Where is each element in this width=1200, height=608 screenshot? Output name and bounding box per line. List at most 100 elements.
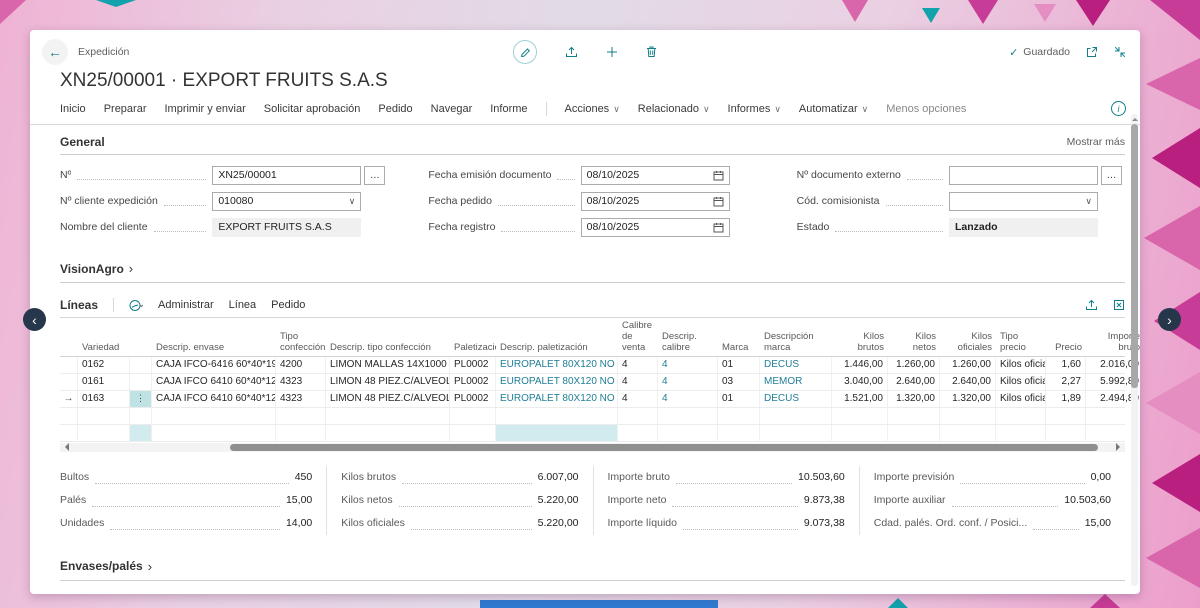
empty-cell[interactable] <box>888 425 940 441</box>
info-icon[interactable]: i <box>1111 101 1126 116</box>
cell-item[interactable] <box>130 357 152 373</box>
row-selector[interactable] <box>60 425 78 441</box>
input-field-fecha-registro[interactable]: 08/10/2025 <box>581 218 730 237</box>
scrollbar-thumb[interactable] <box>230 444 1098 451</box>
column-header-descrip-tipo-confeccion[interactable]: Descrip. tipo confección <box>326 318 450 356</box>
menu-dropdown-informes[interactable]: Informes∨ <box>728 103 781 115</box>
empty-cell[interactable] <box>718 425 760 441</box>
cell-precio[interactable]: 1,60 <box>1046 357 1086 373</box>
cell-kilos-oficiales[interactable]: 2.640,00 <box>940 374 996 390</box>
empty-cell[interactable] <box>78 408 130 424</box>
scroll-left-icon[interactable] <box>61 443 69 451</box>
horizontal-scrollbar[interactable] <box>60 443 1125 452</box>
selected-row-marker[interactable]: → <box>60 391 78 407</box>
empty-cell[interactable] <box>326 408 450 424</box>
empty-cell[interactable] <box>658 408 718 424</box>
menu-item-inicio[interactable]: Inicio <box>60 103 86 115</box>
cell-paletizacion[interactable]: PL0002 <box>450 374 496 390</box>
empty-cell[interactable] <box>940 408 996 424</box>
input-field-n-documento-externo[interactable] <box>949 166 1098 185</box>
cell-kilos-oficiales[interactable]: 1.320,00 <box>940 391 996 407</box>
cell-precio[interactable]: 1,89 <box>1046 391 1086 407</box>
input-field-fecha-pedido[interactable]: 08/10/2025 <box>581 192 730 211</box>
cell-descrip-calibre[interactable]: 4 <box>658 374 718 390</box>
column-header-tipo-precio[interactable]: Tipo precio <box>996 318 1046 356</box>
column-header-variedad[interactable]: Variedad <box>78 318 130 356</box>
calendar-icon[interactable] <box>713 222 724 233</box>
edit-icon[interactable] <box>513 40 537 64</box>
cell-marca[interactable]: 03 <box>718 374 760 390</box>
popout-window-icon[interactable] <box>1086 46 1098 58</box>
empty-cell[interactable] <box>718 408 760 424</box>
cell-kilos-brutos[interactable]: 3.040,00 <box>832 374 888 390</box>
new-record-icon[interactable] <box>606 46 618 58</box>
cell-tipo-precio[interactable]: Kilos oficial... <box>996 391 1046 407</box>
empty-cell[interactable] <box>760 425 832 441</box>
menu-dropdown-acciones[interactable]: Acciones∨ <box>565 103 620 115</box>
open-in-excel-icon[interactable] <box>1113 299 1125 311</box>
back-icon[interactable]: ← <box>42 39 68 65</box>
cell-tipo-confeccion[interactable]: 4200 <box>276 357 326 373</box>
collapse-icon[interactable] <box>1114 46 1126 58</box>
scroll-right-icon[interactable] <box>1116 443 1124 451</box>
menu-dropdown-automatizar[interactable]: Automatizar∨ <box>799 103 868 115</box>
cell-kilos-netos[interactable]: 1.260,00 <box>888 357 940 373</box>
cell-descripcion-marca[interactable]: DECUS <box>760 357 832 373</box>
cell-paletizacion[interactable]: PL0002 <box>450 391 496 407</box>
input-field-n[interactable]: XN25/00001 <box>212 166 361 185</box>
column-header-item[interactable] <box>130 318 152 356</box>
menu-item-pedido[interactable]: Pedido <box>378 103 412 115</box>
empty-cell[interactable] <box>832 408 888 424</box>
empty-cell[interactable] <box>1046 425 1086 441</box>
show-more-link[interactable]: Mostrar más <box>1067 136 1125 148</box>
cell-paletizacion[interactable]: PL0002 <box>450 357 496 373</box>
delete-icon[interactable] <box>646 46 657 58</box>
input-field-n-cliente-expedicion[interactable]: 010080∨ <box>212 192 361 211</box>
cell-descrip-paletizacion[interactable]: EUROPALET 80X120 NO RETOR <box>496 391 618 407</box>
row-selector[interactable] <box>60 408 78 424</box>
empty-cell[interactable] <box>832 425 888 441</box>
lines-options-icon[interactable] <box>129 299 143 312</box>
column-header-paletizacion[interactable]: Paletización <box>450 318 496 356</box>
row-selector[interactable] <box>60 374 78 390</box>
empty-cell[interactable] <box>996 425 1046 441</box>
cell-variedad[interactable]: 0161 <box>78 374 130 390</box>
cell-calibre-de-venta[interactable]: 4 <box>618 374 658 390</box>
menu-item-solicitar-aprobacion[interactable]: Solicitar aprobación <box>264 103 361 115</box>
previous-record-button[interactable]: ‹ <box>23 308 46 331</box>
empty-cell[interactable] <box>450 408 496 424</box>
input-field-fecha-emision-documento[interactable]: 08/10/2025 <box>581 166 730 185</box>
assist-edit-button[interactable]: … <box>364 166 385 185</box>
column-header-descripcion-marca[interactable]: Descripción marca <box>760 318 832 356</box>
cell-descrip-tipo-confeccion[interactable]: LIMON MALLAS 14X1000 <box>326 357 450 373</box>
lines-menu-administrar[interactable]: Administrar <box>158 299 214 311</box>
empty-cell[interactable] <box>276 425 326 441</box>
empty-cell[interactable] <box>130 425 152 441</box>
column-header-calibre-de-venta[interactable]: Calibre de venta <box>618 318 658 356</box>
empty-cell[interactable] <box>276 408 326 424</box>
cell-kilos-netos[interactable]: 2.640,00 <box>888 374 940 390</box>
column-header-kilos-netos[interactable]: Kilos netos <box>888 318 940 356</box>
cell-descrip-tipo-confeccion[interactable]: LIMON 48 PIEZ.C/ALVEOLO <box>326 391 450 407</box>
empty-cell[interactable] <box>130 408 152 424</box>
cell-options-icon[interactable]: ⋮ <box>130 391 152 407</box>
cell-tipo-confeccion[interactable]: 4323 <box>276 374 326 390</box>
cell-marca[interactable]: 01 <box>718 357 760 373</box>
share-icon[interactable] <box>1085 299 1098 311</box>
cell-descrip-envase[interactable]: CAJA IFCO 6410 60*40*125 <box>152 391 276 407</box>
column-header-descrip-envase[interactable]: Descrip. envase <box>152 318 276 356</box>
cell-kilos-oficiales[interactable]: 1.260,00 <box>940 357 996 373</box>
menu-dropdown-relacionado[interactable]: Relacionado∨ <box>638 103 710 115</box>
column-header-marca[interactable]: Marca <box>718 318 760 356</box>
empty-cell[interactable] <box>888 408 940 424</box>
cell-descrip-calibre[interactable]: 4 <box>658 391 718 407</box>
cell-descrip-calibre[interactable]: 4 <box>658 357 718 373</box>
empty-cell[interactable] <box>78 425 130 441</box>
cell-descripcion-marca[interactable]: MEMOR <box>760 374 832 390</box>
assist-edit-button[interactable]: … <box>1101 166 1122 185</box>
cell-calibre-de-venta[interactable]: 4 <box>618 357 658 373</box>
column-header-precio[interactable]: Precio <box>1046 318 1086 356</box>
cell-descrip-envase[interactable]: CAJA IFCO-6416 60*40*190 <box>152 357 276 373</box>
envases-section-header[interactable]: Envases/palés › <box>60 559 1125 581</box>
share-icon[interactable] <box>565 46 578 58</box>
